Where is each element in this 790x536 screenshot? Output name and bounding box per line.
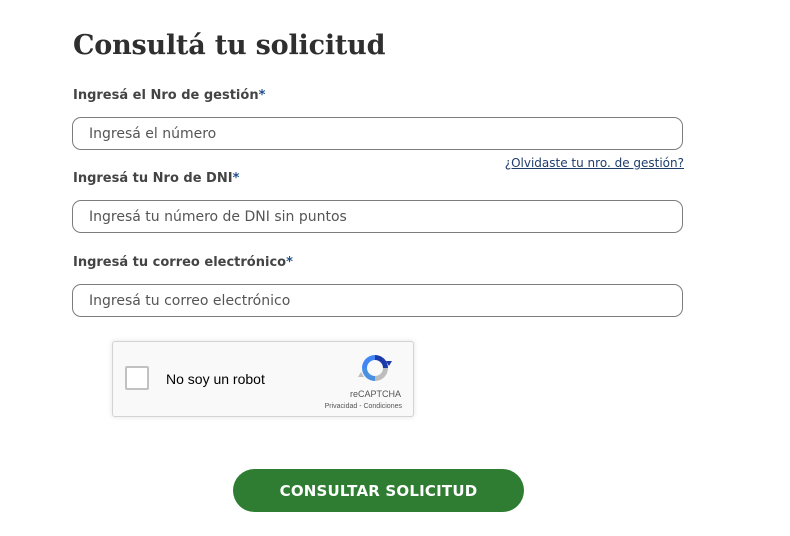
required-mark: * bbox=[232, 171, 240, 186]
page-title: Consultá tu solicitud bbox=[73, 30, 386, 61]
dni-label-text: Ingresá tu Nro de DNI bbox=[73, 171, 233, 186]
gestion-label: Ingresá el Nro de gestión* bbox=[73, 88, 265, 103]
recaptcha-checkbox[interactable] bbox=[125, 366, 149, 390]
recaptcha-checkbox-label: No soy un robot bbox=[166, 371, 265, 387]
gestion-number-input[interactable] bbox=[72, 117, 683, 150]
recaptcha-terms-link[interactable]: Privacidad - Condiciones bbox=[325, 403, 402, 410]
forgot-gestion-link[interactable]: ¿Olvidaste tu nro. de gestión? bbox=[505, 156, 684, 170]
required-mark: * bbox=[258, 88, 266, 103]
dni-input[interactable] bbox=[72, 200, 683, 233]
recaptcha-widget: No soy un robot reCAPTCHA Privacidad - C… bbox=[112, 341, 414, 417]
required-mark: * bbox=[286, 255, 293, 270]
recaptcha-brand: reCAPTCHA bbox=[349, 389, 401, 399]
consultar-solicitud-button[interactable]: CONSULTAR SOLICITUD bbox=[233, 469, 524, 512]
email-input[interactable] bbox=[72, 284, 683, 317]
email-label: Ingresá tu correo electrónico* bbox=[73, 255, 293, 270]
gestion-label-text: Ingresá el Nro de gestión bbox=[73, 88, 259, 103]
email-label-text: Ingresá tu correo electrónico bbox=[73, 255, 287, 270]
dni-label: Ingresá tu Nro de DNI* bbox=[73, 171, 239, 186]
recaptcha-logo-icon bbox=[358, 355, 392, 381]
